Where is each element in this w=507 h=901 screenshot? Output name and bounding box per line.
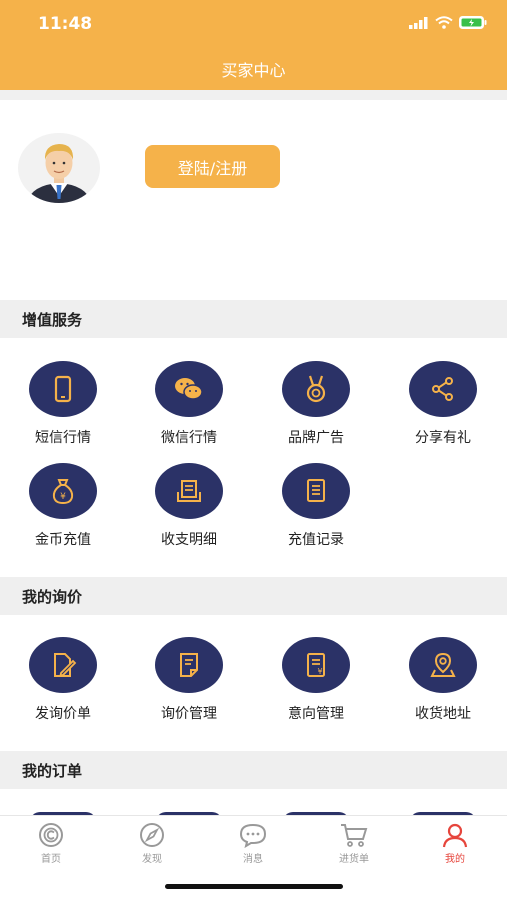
medal-icon <box>306 375 326 403</box>
share-icon <box>432 377 453 401</box>
inquiry-shipping-address[interactable]: 收货地址 <box>380 637 506 723</box>
icon-circle <box>29 361 97 417</box>
section-title: 增值服务 <box>22 310 83 329</box>
avatar[interactable] <box>18 133 100 203</box>
inquiry-label: 收货地址 <box>415 706 471 722</box>
inquiry-management[interactable]: 询价管理 <box>126 637 252 723</box>
status-icons <box>409 16 487 29</box>
icon-circle <box>282 361 350 417</box>
wechat-icon <box>175 378 203 400</box>
service-label: 收支明细 <box>161 532 217 548</box>
tab-home[interactable]: 首页 <box>11 822 91 865</box>
chat-bubble-icon <box>239 823 267 848</box>
signal-icon <box>409 16 428 29</box>
icon-circle: ¥ <box>282 637 350 693</box>
money-bag-icon: ¥ <box>52 479 74 505</box>
intent-document-icon: ¥ <box>307 653 325 677</box>
records-icon <box>307 479 325 502</box>
person-icon <box>442 823 468 848</box>
home-indicator[interactable] <box>165 884 343 889</box>
icon-circle <box>155 637 223 693</box>
section-header-orders: 我的订单 <box>0 751 507 789</box>
icon-circle <box>155 463 223 519</box>
icon-circle <box>409 361 477 417</box>
service-label: 短信行情 <box>35 430 91 446</box>
compass-icon <box>140 823 164 847</box>
section-title: 我的询价 <box>22 587 83 606</box>
svg-text:¥: ¥ <box>317 667 322 676</box>
service-label: 品牌广告 <box>288 430 344 446</box>
inquiry-intent-management[interactable]: ¥ 意向管理 <box>253 637 379 723</box>
cart-icon <box>341 824 368 847</box>
service-label: 分享有礼 <box>415 430 471 446</box>
section-header-inquiry: 我的询价 <box>0 577 507 615</box>
inquiry-label: 发询价单 <box>35 706 91 722</box>
battery-icon <box>459 16 487 29</box>
tab-discover[interactable]: 发现 <box>112 822 192 865</box>
icon-circle <box>282 463 350 519</box>
tab-label: 我的 <box>445 854 465 865</box>
service-coin-recharge[interactable]: ¥ 金币充值 <box>0 463 126 549</box>
tab-mine[interactable]: 我的 <box>415 822 495 865</box>
service-wechat-market[interactable]: 微信行情 <box>126 361 252 447</box>
tab-label: 发现 <box>142 854 162 865</box>
inquiry-send-quote[interactable]: 发询价单 <box>0 637 126 723</box>
header-bar: 11:48 买家中心 <box>0 0 507 90</box>
wifi-icon <box>435 16 453 29</box>
service-sms-market[interactable]: 短信行情 <box>0 361 126 447</box>
tab-purchase-list[interactable]: 进货单 <box>314 822 394 865</box>
inquiry-label: 意向管理 <box>288 706 344 722</box>
service-label: 金币充值 <box>35 532 91 548</box>
edit-document-icon <box>54 653 77 677</box>
service-label: 充值记录 <box>288 532 344 548</box>
service-label: 微信行情 <box>161 430 217 446</box>
tab-label: 消息 <box>243 854 263 865</box>
inquiry-label: 询价管理 <box>161 706 217 722</box>
service-recharge-records[interactable]: 充值记录 <box>253 463 379 549</box>
profile-panel: 登陆/注册 <box>0 100 507 300</box>
service-share-gift[interactable]: 分享有礼 <box>380 361 506 447</box>
home-coin-icon <box>39 823 63 847</box>
page-title: 买家中心 <box>221 61 286 80</box>
service-income-expense[interactable]: 收支明细 <box>126 463 252 549</box>
phone-icon <box>54 375 72 403</box>
section-title: 我的订单 <box>22 761 83 780</box>
icon-circle <box>409 637 477 693</box>
tab-messages[interactable]: 消息 <box>213 822 293 865</box>
status-time: 11:48 <box>38 14 93 34</box>
icon-circle <box>155 361 223 417</box>
svg-text:¥: ¥ <box>60 492 66 502</box>
icon-circle: ¥ <box>29 463 97 519</box>
location-icon <box>430 652 456 677</box>
ledger-icon <box>177 480 201 502</box>
section-header-value-added: 增值服务 <box>0 300 507 338</box>
service-brand-ads[interactable]: 品牌广告 <box>253 361 379 447</box>
tab-label: 进货单 <box>339 854 369 865</box>
inquiry-document-icon <box>180 653 198 677</box>
tab-label: 首页 <box>41 854 61 865</box>
icon-circle <box>29 637 97 693</box>
login-register-button[interactable]: 登陆/注册 <box>145 145 280 188</box>
divider <box>0 90 507 100</box>
